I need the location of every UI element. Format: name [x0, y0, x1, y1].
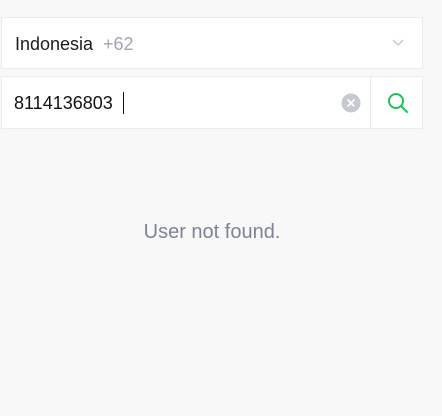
search-icon	[388, 93, 408, 113]
chevron-down-icon	[392, 39, 404, 47]
phone-number-input[interactable]	[14, 90, 314, 116]
text-caret	[123, 92, 124, 114]
clear-icon[interactable]	[341, 93, 361, 113]
user-not-found-message: User not found.	[143, 221, 281, 243]
search-button[interactable]	[371, 77, 423, 128]
dial-code: +62	[103, 34, 134, 54]
country-selector[interactable]: Indonesia +62	[1, 17, 423, 69]
country-name: Indonesia	[15, 34, 94, 54]
phone-search-bar	[1, 76, 423, 129]
